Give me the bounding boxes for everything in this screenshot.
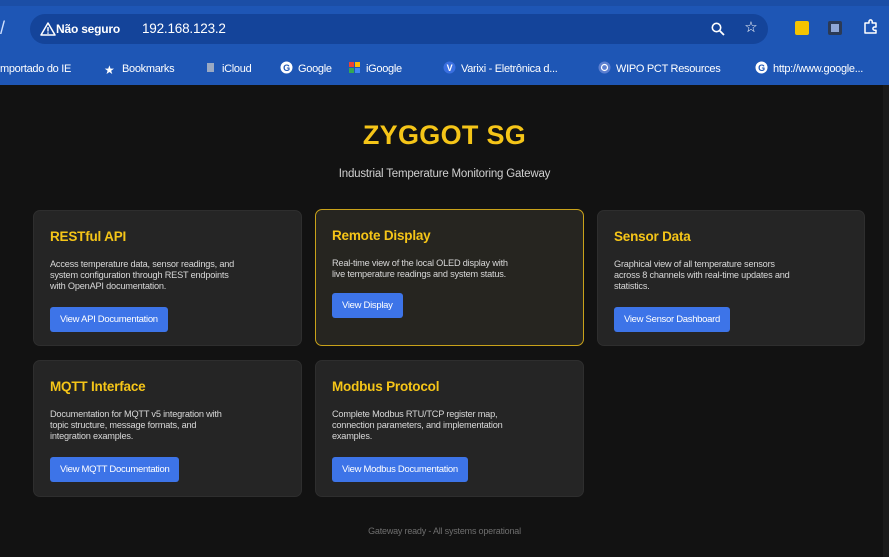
card-description: Documentation for MQTT v5 integration wi… — [50, 409, 222, 441]
tab-edge: / — [0, 18, 6, 38]
star-icon: ★ — [104, 63, 115, 77]
extensions-puzzle-icon[interactable] — [862, 18, 880, 36]
view-modbus-documentation-button[interactable]: View Modbus Documentation — [332, 457, 468, 482]
card-title: RESTful API — [50, 229, 127, 244]
card-mqtt-interface: MQTT Interface Documentation for MQTT v5… — [33, 360, 302, 497]
bookmark-item[interactable]: V Varixi - Eletrônica d... — [443, 60, 558, 78]
card-title: Sensor Data — [614, 229, 691, 244]
svg-text:V: V — [447, 63, 453, 73]
bookmark-item[interactable]: Ghttp://www.google... — [755, 60, 863, 78]
card-description: Access temperature data, sensor readings… — [50, 259, 235, 291]
svg-text:G: G — [283, 63, 290, 73]
card-description: Real-time view of the local OLED display… — [332, 258, 508, 279]
svg-text:G: G — [758, 63, 765, 73]
card-title: Modbus Protocol — [332, 379, 440, 394]
card-remote-display: Remote Display Real-time view of the loc… — [315, 209, 584, 346]
address-bar[interactable]: Não seguro 192.168.123.2 ☆ — [30, 14, 768, 44]
extension-yellow-icon[interactable] — [795, 21, 809, 35]
card-description: Graphical view of all temperature sensor… — [614, 259, 790, 291]
bookmark-star-icon[interactable]: ☆ — [742, 19, 760, 37]
zoom-icon[interactable] — [710, 21, 726, 37]
google-icon: G — [755, 61, 768, 74]
bookmark-item[interactable]: G Google — [280, 60, 332, 78]
card-restful-api: RESTful API Access temperature data, sen… — [33, 210, 302, 346]
browser-tab-strip — [0, 0, 889, 6]
bookmark-item[interactable]: iCloud — [204, 60, 252, 78]
google-icon: G — [280, 61, 293, 74]
icloud-icon — [207, 63, 214, 72]
varixi-icon: V — [443, 61, 456, 74]
card-title: Remote Display — [332, 228, 431, 243]
not-secure-label[interactable]: Não seguro — [56, 22, 120, 36]
card-sensor-data: Sensor Data Graphical view of all temper… — [597, 210, 865, 346]
url-text[interactable]: 192.168.123.2 — [142, 21, 226, 36]
page-title: ZYGGOT SG — [362, 120, 527, 150]
warning-icon[interactable] — [40, 21, 56, 37]
view-mqtt-documentation-button[interactable]: View MQTT Documentation — [50, 457, 180, 482]
bookmark-item[interactable]: mportado do IE — [0, 60, 71, 78]
extension-grid-icon[interactable] — [827, 20, 843, 36]
scrollbar-track[interactable] — [883, 85, 889, 557]
status-footer: Gateway ready - All systems operational — [368, 526, 521, 536]
card-title: MQTT Interface — [50, 379, 146, 394]
bookmark-item[interactable]: iGoogle — [348, 60, 402, 78]
bookmark-item[interactable]: WIPO PCT Resources — [598, 60, 721, 78]
bookmarks-bar: mportado do IE ★ Bookmarks iCloud G Google… — [0, 52, 889, 85]
bookmark-item[interactable]: ★ Bookmarks — [104, 60, 175, 78]
view-api-documentation-button[interactable]: View API Documentation — [50, 307, 168, 332]
view-sensor-dashboard-button[interactable]: View Sensor Dashboard — [614, 307, 730, 332]
wipo-icon — [598, 61, 611, 74]
igoogle-icon — [349, 62, 360, 73]
card-description: Complete Modbus RTU/TCP register map, co… — [332, 409, 503, 441]
view-display-button[interactable]: View Display — [332, 293, 403, 318]
page-subtitle: Industrial Temperature Monitoring Gatewa… — [338, 168, 551, 180]
card-modbus-protocol: Modbus Protocol Complete Modbus RTU/TCP … — [315, 360, 584, 497]
